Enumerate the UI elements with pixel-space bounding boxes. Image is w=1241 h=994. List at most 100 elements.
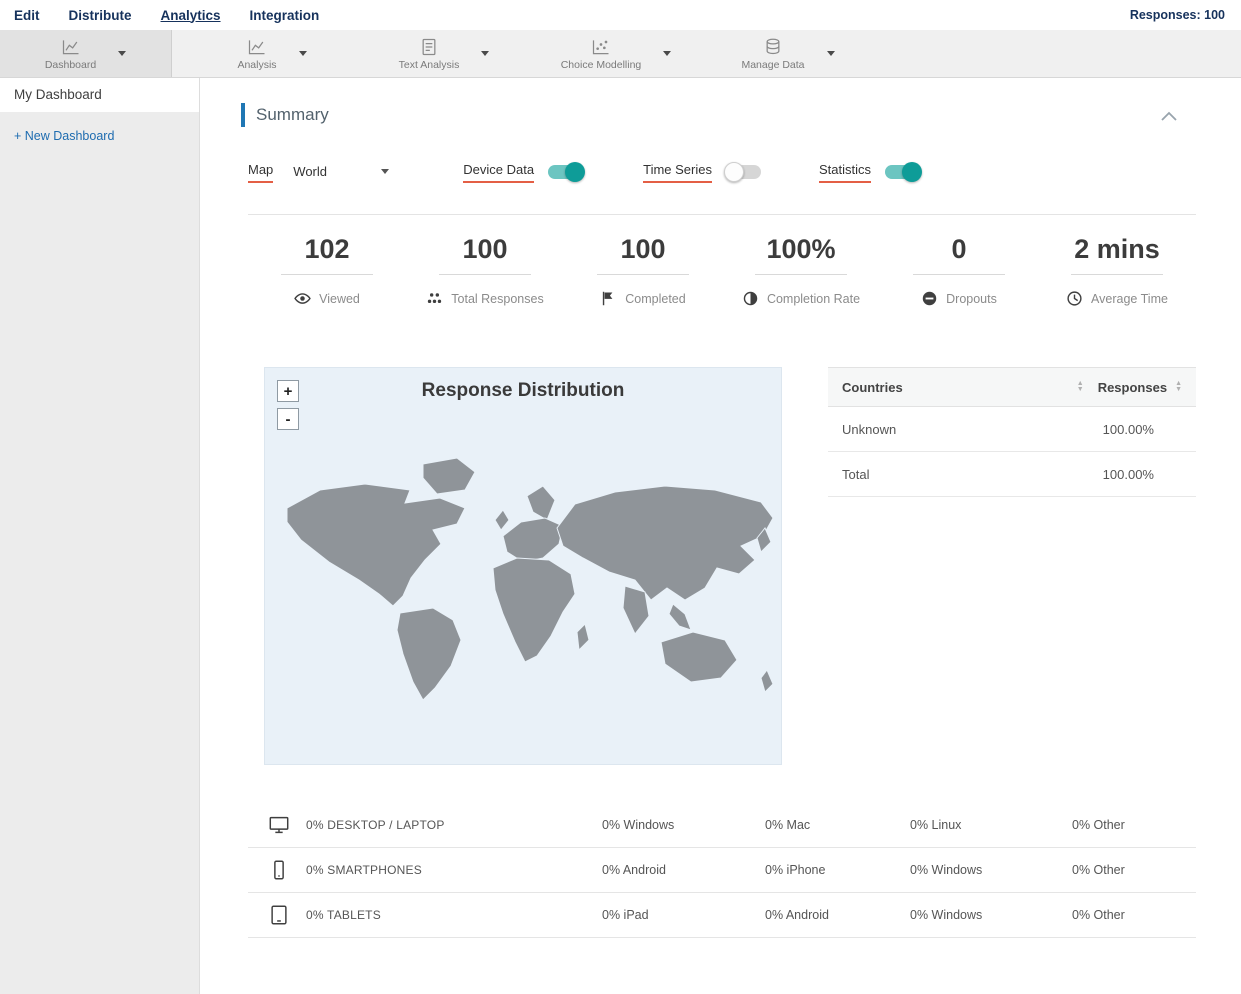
group-dots-icon (428, 293, 442, 304)
map-madagascar (576, 623, 590, 652)
toggle-knob (565, 162, 586, 182)
device-value: 0% Other (1072, 863, 1125, 877)
countries-column-header[interactable]: Countries (842, 380, 903, 395)
country-name: Unknown (842, 421, 897, 437)
stat-completed: 100 Completed (564, 233, 722, 307)
top-navigation: Edit Distribute Analytics Integration Re… (0, 0, 1241, 30)
toolbar-choice-modelling[interactable]: Choice Modelling (530, 30, 702, 77)
sort-icon[interactable]: ▲ ▼ (1175, 380, 1182, 393)
table-row: 0% SMARTPHONES 0% Android 0% iPhone 0% W… (248, 848, 1196, 893)
chevron-down-icon[interactable] (298, 51, 307, 56)
map-title: Response Distribution (421, 380, 625, 401)
table-row: 0% TABLETS 0% iPad 0% Android 0% Windows… (248, 893, 1196, 938)
device-category: 0% DESKTOP / LAPTOP (306, 818, 445, 832)
table-row: Total 100.00% (828, 452, 1196, 497)
toolbar-text-analysis-label: Text Analysis (398, 58, 460, 71)
map-region-select[interactable]: World (293, 163, 390, 181)
stat-divider (913, 274, 1005, 275)
stat-value: 0 (951, 234, 967, 264)
map-region-value: World (293, 163, 328, 179)
map-india (622, 585, 650, 635)
device-value: 0% Windows (910, 863, 983, 877)
stat-average-time: 2 mins Average Time (1038, 233, 1196, 307)
toolbar-analysis[interactable]: Analysis (186, 30, 358, 77)
sidebar-item-my-dashboard[interactable]: My Dashboard (0, 78, 199, 112)
device-value: 0% Other (1072, 908, 1125, 922)
device-data-label: Device Data (463, 162, 535, 183)
device-value: 0% Other (1072, 818, 1125, 832)
analytics-toolbar: Dashboard Analysis Text Analysis Choice … (0, 30, 1241, 78)
country-responses: 100.00% (1102, 421, 1154, 437)
stat-label: Total Responses (451, 291, 544, 306)
toggle-knob (902, 162, 922, 182)
table-row: Unknown 100.00% (828, 407, 1196, 452)
chevron-down-icon (381, 168, 390, 174)
toolbar-dashboard[interactable]: Dashboard (0, 30, 172, 77)
collapse-section-icon[interactable] (1160, 110, 1178, 122)
chevron-down-icon[interactable] (663, 51, 672, 56)
map-australia (660, 631, 738, 683)
stat-divider (281, 274, 373, 275)
chevron-down-icon[interactable] (481, 51, 490, 56)
toggle-knob (723, 162, 744, 182)
country-responses: 100.00% (1102, 466, 1154, 482)
responses-count: Responses: 100 (1129, 8, 1225, 22)
new-dashboard-button[interactable]: + New Dashboard (14, 129, 185, 143)
stat-label: Dropouts (946, 291, 997, 306)
map-se-asia (668, 603, 692, 631)
stat-dropouts: 0 Dropouts (880, 233, 1038, 307)
stat-value: 102 (304, 234, 350, 264)
device-category: 0% TABLETS (306, 908, 381, 922)
map-uk (494, 509, 510, 531)
map-africa (492, 557, 576, 663)
statistics-toggle[interactable] (885, 162, 922, 182)
zoom-in-button[interactable]: + (277, 380, 299, 402)
device-value: 0% Windows (602, 818, 675, 832)
stat-value: 100% (766, 234, 836, 264)
device-value: 0% Android (602, 863, 666, 877)
nav-distribute[interactable]: Distribute (69, 8, 132, 23)
stat-label: Average Time (1091, 291, 1168, 306)
sort-icon[interactable]: ▲ ▼ (1077, 380, 1084, 393)
stat-divider (1071, 274, 1163, 275)
nav-integration[interactable]: Integration (250, 8, 320, 23)
toolbar-manage-data-label: Manage Data (741, 58, 805, 71)
device-data-toggle[interactable] (548, 162, 586, 182)
chevron-down-icon[interactable] (826, 51, 835, 56)
stat-value: 2 mins (1074, 234, 1160, 264)
map-asia (556, 485, 774, 601)
countries-table: Countries ▲ ▼ Responses ▲ ▼ Unknown 100.00… (828, 367, 1196, 497)
device-value: 0% Mac (765, 818, 811, 832)
tablet-icon (271, 905, 287, 925)
stat-label: Viewed (319, 291, 360, 306)
map-europe (502, 517, 564, 563)
document-chart-icon (422, 38, 436, 55)
map-label: Map (248, 162, 274, 183)
desktop-icon (269, 816, 289, 834)
nav-analytics[interactable]: Analytics (161, 8, 221, 23)
time-series-label: Time Series (643, 162, 712, 183)
stat-divider (597, 274, 689, 275)
nav-edit[interactable]: Edit (14, 8, 40, 23)
time-series-toggle[interactable] (723, 162, 761, 182)
map-greenland (422, 457, 476, 495)
toolbar-dashboard-label: Dashboard (44, 58, 97, 71)
table-row: 0% DESKTOP / LAPTOP 0% Windows 0% Mac 0%… (248, 803, 1196, 848)
stat-label: Completion Rate (766, 291, 861, 306)
countries-table-header: Countries ▲ ▼ Responses ▲ ▼ (828, 367, 1196, 407)
stat-divider (439, 274, 531, 275)
stat-viewed: 102 Viewed (248, 233, 406, 307)
database-icon (766, 38, 780, 54)
smartphone-icon (274, 860, 284, 880)
flag-icon (603, 291, 613, 306)
responses-column-header[interactable]: Responses (1098, 380, 1167, 395)
chevron-down-icon[interactable] (118, 51, 127, 56)
device-data-table: 0% DESKTOP / LAPTOP 0% Windows 0% Mac 0%… (248, 803, 1196, 938)
toolbar-text-analysis[interactable]: Text Analysis (358, 30, 530, 77)
world-map[interactable] (265, 408, 783, 758)
toolbar-manage-data[interactable]: Manage Data (702, 30, 874, 77)
half-circle-icon (743, 291, 758, 306)
toolbar-analysis-label: Analysis (237, 58, 277, 71)
stat-label: Completed (625, 291, 686, 306)
stats-row: 102 Viewed 100 Total Responses 100 Compl… (248, 233, 1196, 307)
